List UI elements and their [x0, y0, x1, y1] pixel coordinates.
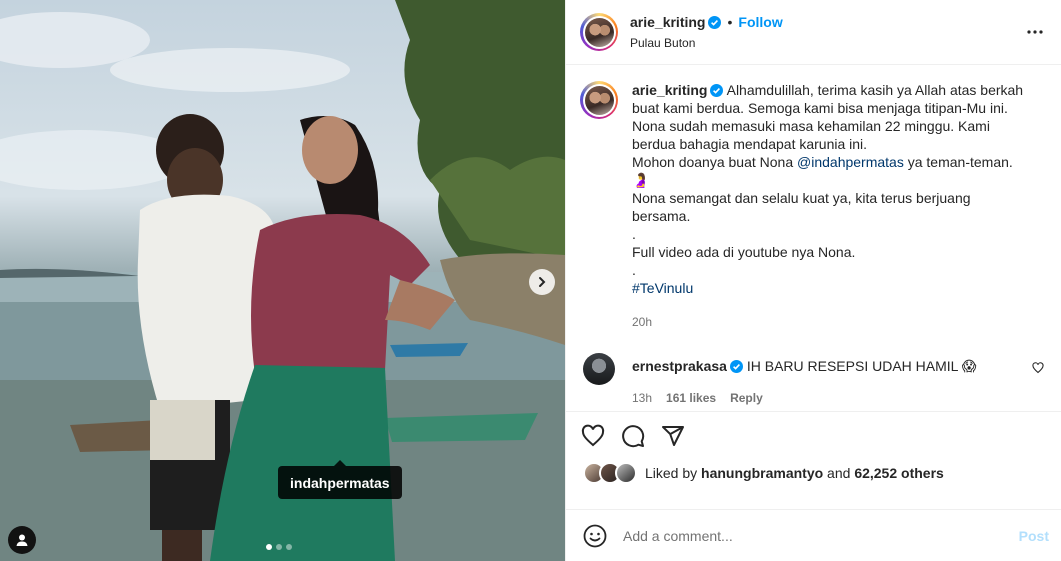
header-separator: • — [727, 13, 733, 30]
comments-section: arie_kriting Alhamdulillah, terima kasih… — [566, 65, 1061, 411]
comment-meta: 13h 161 likes Reply — [632, 389, 1012, 407]
carousel-dot — [266, 544, 272, 550]
comment-button[interactable] — [620, 423, 646, 449]
caption-author-avatar[interactable] — [580, 81, 618, 119]
caption-line: . — [632, 226, 636, 242]
more-options-button[interactable] — [1023, 20, 1047, 44]
verified-badge-icon — [710, 84, 724, 97]
caption: arie_kriting Alhamdulillah, terima kasih… — [580, 81, 1045, 331]
author-avatar[interactable] — [580, 13, 618, 51]
likes-summary: Liked by hanungbramantyo and 62,252 othe… — [566, 459, 1061, 487]
liker-username[interactable]: hanungbramantyo — [701, 465, 823, 481]
emoji-button[interactable] — [582, 523, 608, 549]
commenter-avatar[interactable] — [583, 353, 615, 385]
photo-tag-username: indahpermatas — [290, 474, 390, 491]
carousel-indicator — [266, 544, 292, 550]
post-location[interactable]: Pulau Buton — [630, 34, 783, 52]
like-button[interactable] — [580, 423, 606, 449]
comment-icon — [622, 424, 645, 447]
heart-icon — [1032, 362, 1044, 374]
post-photo[interactable]: indahpermatas — [0, 0, 565, 561]
caption-line: Full video ada di youtube nya Nona. — [632, 244, 856, 260]
likes-prefix: Liked by — [645, 465, 702, 481]
share-button[interactable] — [660, 423, 686, 449]
carousel-dot — [276, 544, 282, 550]
caption-line: . — [632, 262, 636, 278]
comment-reply-button[interactable]: Reply — [730, 389, 763, 407]
caption-line: Mohon doanya buat Nona — [632, 154, 798, 170]
comment-item: ernestprakasa IH BARU RESEPSI UDAH HAMIL… — [580, 353, 1045, 407]
comment-likes[interactable]: 161 likes — [666, 389, 716, 407]
post-actions — [566, 411, 1061, 459]
post-side-panel: arie_kriting • Follow Pulau Buton arie_k… — [565, 0, 1061, 561]
caption-time[interactable]: 20h — [632, 313, 1032, 331]
caption-author-username[interactable]: arie_kriting — [632, 82, 707, 98]
caption-line: Nona sudah memasuki masa kehamilan 22 mi… — [632, 118, 990, 152]
heart-icon — [581, 424, 605, 446]
chevron-right-icon — [539, 277, 546, 287]
carousel-dot — [286, 544, 292, 550]
carousel-next-button[interactable] — [529, 269, 555, 295]
add-comment-bar: Post — [566, 509, 1061, 561]
caption-line: Nona semangat dan selalu kuat ya, kita t… — [632, 190, 971, 224]
author-username[interactable]: arie_kriting — [630, 14, 705, 30]
verified-badge-icon — [729, 360, 743, 373]
post-header: arie_kriting • Follow Pulau Buton — [566, 0, 1061, 65]
comment-text: IH BARU RESEPSI UDAH HAMIL 😱 — [746, 358, 977, 374]
more-options-icon — [1027, 30, 1043, 34]
comment-input[interactable] — [621, 526, 1019, 545]
comment-time[interactable]: 13h — [632, 389, 652, 407]
share-icon — [662, 425, 684, 446]
likes-others-link[interactable]: 62,252 others — [854, 465, 944, 481]
follow-button[interactable]: Follow — [738, 14, 782, 30]
user-tag-icon — [16, 534, 28, 546]
commenter-username[interactable]: ernestprakasa — [632, 358, 727, 374]
avatar — [615, 462, 637, 484]
caption-mention-link[interactable]: @indahpermatas — [797, 154, 904, 170]
post-comment-button[interactable]: Post — [1019, 528, 1049, 544]
comment-like-button[interactable] — [1032, 361, 1044, 377]
likes-middle: and — [823, 465, 855, 481]
verified-badge-icon — [708, 15, 722, 29]
photo-tag-bubble[interactable]: indahpermatas — [278, 460, 402, 499]
caption-hashtag-link[interactable]: #TeVinulu — [632, 280, 693, 296]
show-tags-button[interactable] — [8, 526, 36, 554]
liker-avatars[interactable] — [583, 462, 637, 484]
caption-body: arie_kriting Alhamdulillah, terima kasih… — [632, 81, 1032, 331]
emoji-icon — [583, 524, 607, 547]
